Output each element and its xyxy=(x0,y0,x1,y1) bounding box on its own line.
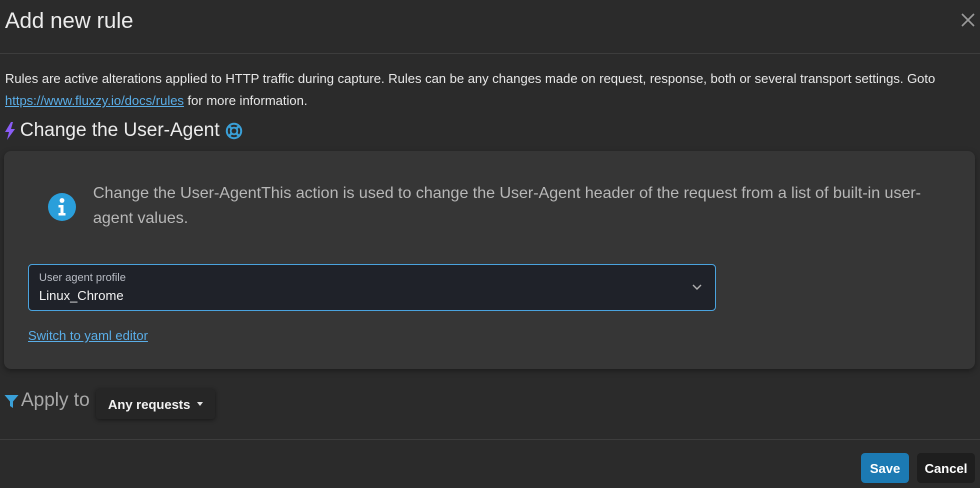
footer-divider xyxy=(0,439,980,440)
switch-to-yaml-link[interactable]: Switch to yaml editor xyxy=(28,328,148,343)
docs-link[interactable]: https://www.fluxzy.io/docs/rules xyxy=(5,93,184,108)
cancel-button[interactable]: Cancel xyxy=(917,453,975,483)
save-button[interactable]: Save xyxy=(861,453,909,483)
dialog-title: Add new rule xyxy=(5,8,134,33)
description-text: Rules are active alterations applied to … xyxy=(5,71,936,86)
filter-icon xyxy=(4,394,19,408)
apply-to-row: Apply to xyxy=(4,390,90,412)
select-label: User agent profile xyxy=(39,272,126,284)
info-circle-icon xyxy=(48,193,76,221)
user-agent-profile-select[interactable]: User agent profile Linux_Chrome xyxy=(28,264,716,311)
filter-dropdown-button[interactable]: Any requests xyxy=(96,389,216,419)
description-suffix: for more information. xyxy=(183,93,308,108)
action-title-row: Change the User-Agent xyxy=(4,120,243,142)
lifebuoy-icon[interactable] xyxy=(225,122,243,140)
caret-down-icon xyxy=(197,402,204,406)
chevron-down-icon xyxy=(692,284,702,290)
rules-description: Rules are active alterations applied to … xyxy=(5,68,965,112)
filter-dropdown-label: Any requests xyxy=(108,396,191,412)
action-title: Change the User-Agent xyxy=(20,120,220,141)
lightning-bolt-icon xyxy=(5,122,15,140)
action-info-text: Change the User-AgentThis action is used… xyxy=(93,185,921,227)
dialog-header: Add new rule xyxy=(0,0,980,54)
close-icon[interactable] xyxy=(960,12,976,28)
action-card: Change the User-AgentThis action is used… xyxy=(4,151,975,369)
apply-to-label: Apply to xyxy=(21,390,90,411)
select-value: Linux_Chrome xyxy=(39,288,124,303)
